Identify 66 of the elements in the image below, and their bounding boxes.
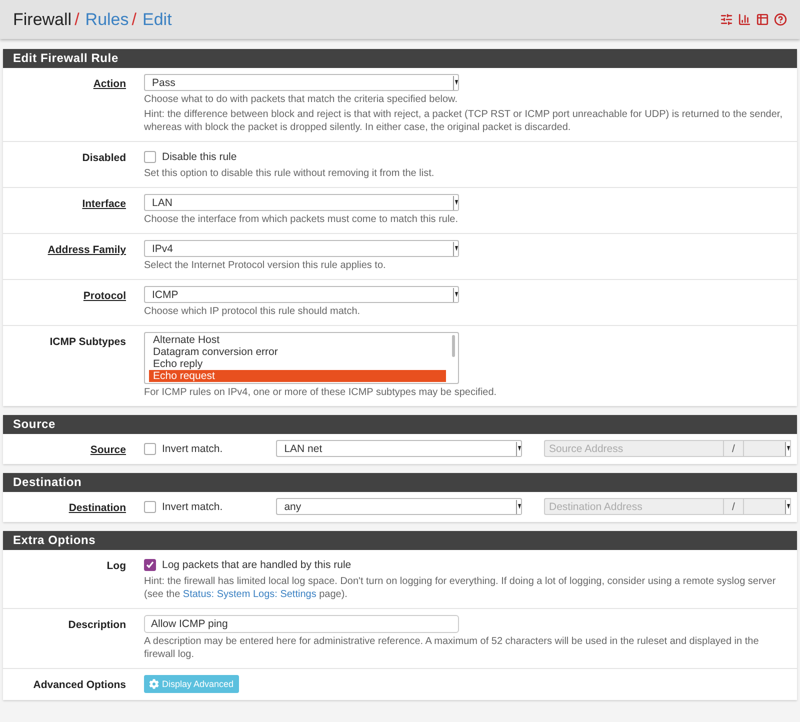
field-label: Description bbox=[68, 618, 126, 631]
field-label: Interface bbox=[82, 197, 126, 210]
help-text: Hint: the firewall has limited local log space. Don't turn on logging for everything. If doing a lot of logging, consider using a remote syslog server (see the Status: System Logs: Settings page). bbox=[144, 575, 777, 601]
listbox-option[interactable]: Alternate Host bbox=[149, 334, 446, 346]
dropdown[interactable]: IPv4 bbox=[144, 240, 459, 257]
help-text: Choose which IP protocol this rule should match. bbox=[144, 305, 362, 318]
field-label: ICMP Subtypes bbox=[50, 335, 126, 348]
dropdown[interactable]: LAN net bbox=[276, 440, 522, 457]
checkbox-label: Invert match. bbox=[162, 500, 223, 512]
settings-link[interactable]: Status: System Logs: Settings bbox=[182, 589, 316, 600]
subtype-listbox[interactable]: Alternate Host Datagram conversion error Echo reply Echo request bbox=[144, 332, 459, 384]
help-icon[interactable] bbox=[774, 13, 787, 26]
field-label: Advanced Options bbox=[33, 678, 126, 691]
listbox-option[interactable]: Echo reply bbox=[149, 358, 446, 370]
listbox-option[interactable]: Echo request bbox=[149, 370, 446, 382]
help-text: Set this option to disable this rule without removing it from the list. bbox=[144, 167, 436, 180]
field-label: Protocol bbox=[83, 289, 126, 302]
field-label: Action bbox=[93, 77, 126, 90]
listbox-option[interactable]: Datagram conversion error bbox=[149, 346, 446, 358]
checkbox[interactable] bbox=[144, 442, 156, 454]
panel-title: Source bbox=[3, 415, 797, 434]
separator: / bbox=[74, 10, 80, 30]
breadcrumb-title: Firewall bbox=[13, 10, 72, 30]
slash-label: / bbox=[724, 498, 744, 515]
caret-icon bbox=[518, 504, 520, 509]
panel-title: Edit Firewall Rule bbox=[3, 49, 797, 68]
mask-dropdown[interactable] bbox=[744, 498, 791, 515]
panel-title: Destination bbox=[3, 473, 797, 492]
separator: / bbox=[132, 10, 136, 30]
caret-icon bbox=[786, 446, 790, 451]
help-text: Choose the interface from which packets must come to match this rule. bbox=[144, 213, 460, 226]
caret-icon bbox=[518, 446, 520, 451]
field-label: Source bbox=[90, 443, 126, 456]
caret-icon bbox=[786, 504, 790, 509]
panel-title: Extra Options bbox=[3, 531, 797, 550]
caret-icon bbox=[454, 292, 458, 297]
field-label: Address Family bbox=[48, 243, 126, 256]
dropdown[interactable]: ICMP bbox=[144, 286, 459, 303]
help-text: Choose what to do with packets that match the criteria specified below. bbox=[144, 93, 459, 106]
dropdown[interactable]: LAN bbox=[144, 194, 459, 211]
slash-label: / bbox=[724, 440, 744, 457]
table-icon[interactable] bbox=[756, 13, 769, 26]
help-text: For ICMP rules on IPv4, one or more of these ICMP subtypes may be specified. bbox=[144, 386, 498, 399]
checkbox[interactable] bbox=[144, 500, 156, 512]
checkbox-label: Disable this rule bbox=[162, 150, 237, 162]
field-label: Log bbox=[106, 559, 126, 572]
mask-dropdown[interactable] bbox=[744, 440, 791, 457]
help-text: A description may be entered here for administrative reference. A maximum of 52 characters will be used in the ruleset and displayed in the firewall log. bbox=[144, 635, 760, 661]
help-text: Select the Internet Protocol version this rule applies to. bbox=[144, 259, 387, 272]
checkbox[interactable] bbox=[144, 150, 156, 162]
field-label: Destination bbox=[68, 501, 126, 514]
description-field[interactable]: Allow ICMP ping bbox=[144, 615, 459, 633]
gear-icon bbox=[149, 679, 159, 689]
caret-icon bbox=[454, 246, 458, 251]
caret-icon bbox=[454, 200, 458, 205]
field-label: Disabled bbox=[82, 151, 126, 164]
sliders-icon[interactable] bbox=[720, 13, 733, 26]
checkbox-label: Log packets that are handled by this rule bbox=[162, 558, 352, 570]
dropdown[interactable]: Pass bbox=[144, 74, 459, 91]
bar-chart-icon[interactable] bbox=[738, 13, 751, 26]
help-text: Hint: the difference between block and reject is that with reject, a packet (TCP RST or ICMP port unreachable for UDP) is returned to the sender, whereas with block the packet is dropped silently. In either case, the original packet is discarded. bbox=[144, 108, 784, 134]
checkbox[interactable] bbox=[144, 558, 156, 570]
scrollbar[interactable] bbox=[452, 335, 455, 357]
caret-icon bbox=[454, 80, 458, 85]
checkbox-label: Invert match. bbox=[162, 442, 223, 454]
dropdown[interactable]: any bbox=[276, 498, 522, 515]
